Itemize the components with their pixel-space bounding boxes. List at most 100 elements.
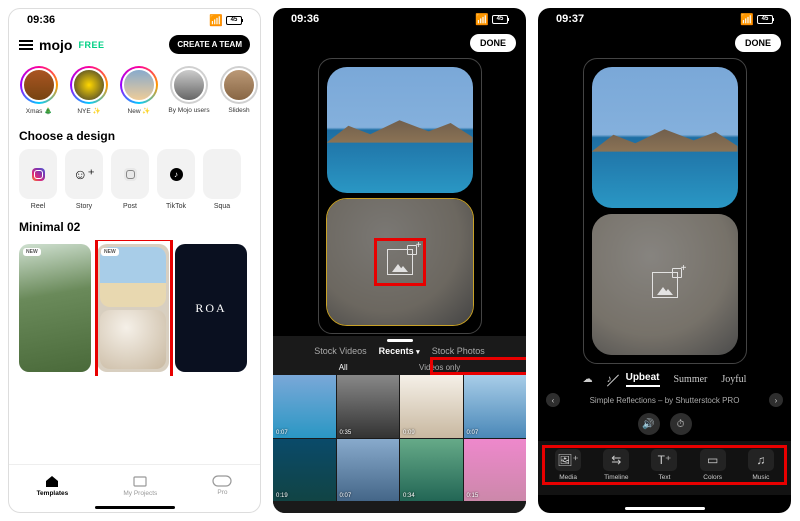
media-icon: 🖼⁺ (555, 449, 581, 471)
story-new[interactable]: New ✨ (119, 66, 159, 115)
colors-icon: ▭ (700, 449, 726, 471)
tool-colors[interactable]: ▭Colors (700, 449, 726, 481)
music-off-icon[interactable]: ♪ (607, 374, 612, 385)
canvas-slot-2[interactable]: + (592, 214, 738, 355)
seg-videos-only[interactable]: Videos only (419, 363, 460, 372)
next-track-button[interactable]: › (769, 393, 783, 407)
template-3[interactable]: ROA (175, 244, 247, 372)
screen-templates: 09:36 📶 45 mojo FREE CREATE A TEAM Xmas … (8, 8, 261, 513)
story-xmas[interactable]: Xmas 🎄 (19, 66, 59, 115)
edit-canvas: + (318, 58, 482, 334)
media-cell[interactable]: 0:15 (464, 439, 527, 502)
media-cell[interactable]: 0:07 (337, 439, 400, 502)
signal-icon: 📶 (740, 13, 754, 26)
section-heading: Minimal 02 (9, 210, 260, 240)
smile-add-icon: ☺︎⁺ (73, 166, 95, 183)
tab-stock-videos[interactable]: Stock Videos (314, 346, 366, 356)
design-story[interactable]: ☺︎⁺Story (65, 149, 103, 210)
track-title: Simple Reflections – by Shutterstock PRO (566, 396, 763, 405)
status-bar: 09:36 📶 45 (273, 8, 526, 30)
tab-projects[interactable]: My Projects (123, 474, 157, 497)
design-reel[interactable]: Reel (19, 149, 57, 210)
audio-controls: 🔊 ⏱ (538, 411, 791, 441)
new-badge: NEW (23, 248, 41, 256)
volume-button[interactable]: 🔊 (638, 413, 660, 435)
editor-toolbar: 🖼⁺Media ⇆Timeline T⁺Text ▭Colors ♫Music (538, 441, 791, 495)
signal-icon: 📶 (475, 13, 489, 26)
media-cell[interactable]: 0:09 (400, 375, 463, 438)
battery-icon: 45 (226, 16, 242, 25)
create-team-button[interactable]: CREATE A TEAM (169, 35, 250, 54)
add-media-icon[interactable]: + (652, 272, 678, 298)
template-2[interactable]: NEW (97, 244, 169, 372)
timeline-icon: ⇆ (603, 449, 629, 471)
battery-icon: 45 (757, 15, 773, 24)
mood-summer[interactable]: Summer (674, 374, 708, 385)
tab-recents[interactable]: Recents ▾ (379, 346, 420, 356)
screen-media-picker: 09:36 📶 45 DONE + Stock Videos Recents ▾… (273, 8, 526, 513)
chevron-down-icon: ▾ (416, 349, 420, 356)
status-bar: 09:36 📶 45 (9, 9, 260, 31)
tool-music[interactable]: ♫Music (748, 449, 774, 481)
signal-icon: 📶 (209, 14, 223, 27)
text-icon: T⁺ (651, 449, 677, 471)
template-rail: NEW NEW ROA (9, 240, 260, 376)
free-badge: FREE (78, 40, 104, 50)
music-icon: ♫ (748, 449, 774, 471)
pro-icon (212, 475, 232, 487)
menu-icon[interactable] (19, 40, 33, 50)
picker-filter-seg: All Videos only (273, 360, 526, 375)
done-button[interactable]: DONE (735, 34, 781, 52)
choose-design-heading: Choose a design (9, 119, 260, 149)
media-cell[interactable]: 0:35 (337, 375, 400, 438)
tab-templates[interactable]: Templates (37, 474, 69, 497)
music-mood-tabs: ☁ ♪ Upbeat Summer Joyful (538, 366, 791, 389)
bottom-tabbar: Templates My Projects Pro (9, 464, 260, 512)
media-cell[interactable]: 0:07 (464, 375, 527, 438)
design-square[interactable]: Squa (203, 149, 241, 210)
picker-source-tabs: Stock Videos Recents ▾ Stock Photos (273, 342, 526, 360)
brand-logo: mojo (39, 37, 72, 53)
instagram-outline-icon (124, 168, 137, 181)
screen-editor-tools: 09:37 📶 45 DONE + ☁ ♪ Upbeat Summer Joyf… (538, 8, 791, 513)
add-media-icon[interactable]: + (387, 249, 413, 275)
story-byusers[interactable]: By Mojo users (169, 66, 209, 115)
canvas-slot-1[interactable] (592, 67, 738, 208)
timer-button[interactable]: ⏱ (670, 413, 692, 435)
done-button[interactable]: DONE (470, 34, 516, 52)
media-cell[interactable]: 0:19 (273, 439, 336, 502)
mood-upbeat[interactable]: Upbeat (626, 372, 660, 387)
instagram-icon (32, 168, 45, 181)
design-rail: Reel ☺︎⁺Story Post ♪TikTok Squa (9, 149, 260, 210)
canvas-slot-2[interactable]: + (327, 199, 473, 325)
media-cell[interactable]: 0:34 (400, 439, 463, 502)
prev-track-button[interactable]: ‹ (546, 393, 560, 407)
design-post[interactable]: Post (111, 149, 149, 210)
tab-pro[interactable]: Pro (212, 475, 232, 496)
clock: 09:36 (27, 14, 55, 26)
home-indicator (95, 506, 175, 509)
tool-text[interactable]: T⁺Text (651, 449, 677, 481)
canvas-slot-1[interactable] (327, 67, 473, 193)
design-tiktok[interactable]: ♪TikTok (157, 149, 195, 210)
tool-media[interactable]: 🖼⁺Media (555, 449, 581, 481)
story-rail: Xmas 🎄 NYE ✨ New ✨ By Mojo users Slidesh (9, 62, 260, 119)
clock: 09:36 (291, 13, 319, 25)
battery-icon: 45 (492, 15, 508, 24)
edit-canvas: + (583, 58, 747, 364)
home-indicator (625, 507, 705, 510)
media-grid: 0:07 0:35 0:09 0:07 0:19 0:07 0:34 0:15 (273, 375, 526, 501)
status-bar: 09:37 📶 45 (538, 8, 791, 30)
track-row: ‹ Simple Reflections – by Shutterstock P… (538, 389, 791, 411)
tab-stock-photos[interactable]: Stock Photos (432, 346, 485, 356)
cloud-download-icon[interactable]: ☁ (583, 374, 593, 385)
template-1[interactable]: NEW (19, 244, 91, 372)
media-cell[interactable]: 0:07 (273, 375, 336, 438)
story-nye[interactable]: NYE ✨ (69, 66, 109, 115)
mood-joyful[interactable]: Joyful (721, 374, 746, 385)
clock: 09:37 (556, 13, 584, 25)
seg-all[interactable]: All (339, 363, 348, 372)
tool-timeline[interactable]: ⇆Timeline (603, 449, 629, 481)
home-icon (44, 474, 60, 488)
story-slideshow[interactable]: Slidesh (219, 66, 259, 115)
